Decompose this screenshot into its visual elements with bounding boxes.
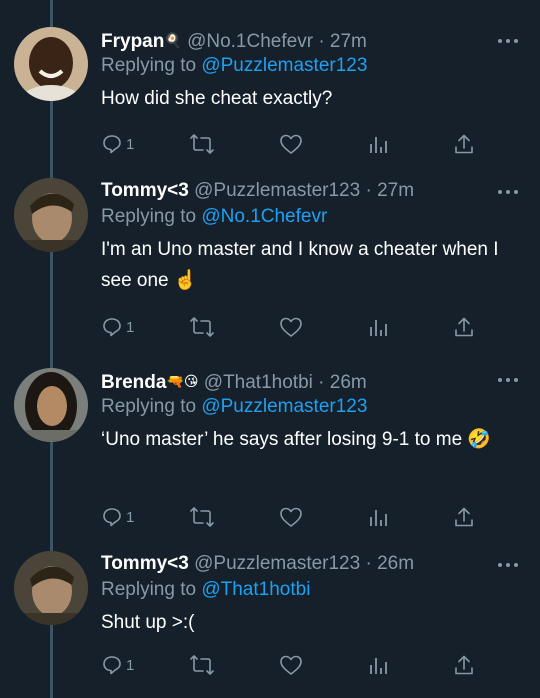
retweet-button[interactable] xyxy=(189,504,215,530)
timestamp[interactable]: 27m xyxy=(330,31,367,52)
tweet-text: I'm an Uno master and I know a cheater w… xyxy=(101,239,499,291)
more-icon[interactable] xyxy=(498,190,518,196)
avatar[interactable] xyxy=(14,551,88,625)
tweet-content: Brenda🔫😘 @That1hotbi · 26m Replying to @… xyxy=(101,368,521,455)
replying-to-label: Replying to xyxy=(101,579,197,600)
like-icon xyxy=(280,317,302,337)
share-button[interactable] xyxy=(453,131,475,157)
reply-icon xyxy=(103,508,121,527)
reply-button[interactable]: 1 xyxy=(101,314,134,340)
replying-to-label: Replying to xyxy=(101,55,197,76)
retweet-button[interactable] xyxy=(189,314,215,340)
separator-dot: · xyxy=(318,372,325,393)
mention-link[interactable]: @That1hotbi xyxy=(201,579,310,600)
reply-button[interactable]: 1 xyxy=(101,652,134,678)
replying-to: Replying to @Puzzlemaster123 xyxy=(101,394,521,420)
name-emoji: 🔫😘 xyxy=(166,373,199,389)
user-handle[interactable]: @Puzzlemaster123 xyxy=(194,553,360,574)
reply-count: 1 xyxy=(126,508,135,526)
avatar[interactable] xyxy=(14,368,88,442)
replying-to: Replying to @Puzzlemaster123 xyxy=(101,53,521,79)
analytics-button[interactable] xyxy=(367,314,389,340)
analytics-button[interactable] xyxy=(367,652,389,678)
mention-link[interactable]: @Puzzlemaster123 xyxy=(201,396,367,417)
replying-to-label: Replying to xyxy=(101,206,197,227)
timestamp[interactable]: 26m xyxy=(377,553,414,574)
like-button[interactable] xyxy=(279,504,303,530)
like-icon xyxy=(280,134,302,154)
share-button[interactable] xyxy=(453,504,475,530)
mention-link[interactable]: @Puzzlemaster123 xyxy=(201,55,367,76)
retweet-icon xyxy=(190,317,214,337)
share-icon xyxy=(455,317,473,337)
tweet-actions: 1 xyxy=(101,652,501,678)
reply-icon xyxy=(103,318,121,337)
like-button[interactable] xyxy=(279,314,303,340)
tweet-content: Tommy<3 @Puzzlemaster123 · 27m Replying … xyxy=(101,178,521,296)
reply-button[interactable]: 1 xyxy=(101,131,134,157)
name-emoji: 🍳 xyxy=(164,32,182,48)
analytics-button[interactable] xyxy=(367,504,389,530)
more-icon[interactable] xyxy=(498,563,518,569)
display-name[interactable]: Tommy<3 xyxy=(101,180,189,201)
reply-icon xyxy=(103,656,121,675)
tweet-header: Brenda🔫😘 @That1hotbi · 26m xyxy=(101,368,521,394)
user-handle[interactable]: @That1hotbi xyxy=(204,372,313,393)
tweet-header: Tommy<3 @Puzzlemaster123 · 26m xyxy=(101,551,521,577)
retweet-icon xyxy=(190,134,214,154)
user-handle[interactable]: @No.1Chefevr xyxy=(187,31,313,52)
retweet-button[interactable] xyxy=(189,131,215,157)
share-icon xyxy=(455,655,473,675)
avatar[interactable] xyxy=(14,27,88,101)
more-icon[interactable] xyxy=(498,378,518,384)
share-button[interactable] xyxy=(453,314,475,340)
replying-to: Replying to @No.1Chefevr xyxy=(101,204,521,230)
like-icon xyxy=(280,655,302,675)
mention-link[interactable]: @No.1Chefevr xyxy=(201,206,327,227)
tweet-header: Tommy<3 @Puzzlemaster123 · 27m xyxy=(101,178,521,204)
tweet-text: How did she cheat exactly? xyxy=(101,88,333,109)
reply-count: 1 xyxy=(126,318,135,336)
replying-to-label: Replying to xyxy=(101,396,197,417)
tweet-text: ‘Uno master’ he says after losing 9-1 to… xyxy=(101,429,492,450)
tweet-actions: 1 xyxy=(101,314,501,340)
analytics-icon xyxy=(370,137,387,153)
user-handle[interactable]: @Puzzlemaster123 xyxy=(194,180,360,201)
like-icon xyxy=(280,507,302,527)
tweet-actions: 1 xyxy=(101,504,501,530)
tweet-text: Shut up >:( xyxy=(101,612,195,633)
analytics-icon xyxy=(370,510,387,526)
share-icon xyxy=(455,134,473,154)
more-icon[interactable] xyxy=(498,39,518,45)
display-name[interactable]: Tommy<3 xyxy=(101,553,189,574)
timestamp[interactable]: 26m xyxy=(330,372,367,393)
tweet-header: Frypan🍳 @No.1Chefevr · 27m xyxy=(101,27,521,53)
retweet-icon xyxy=(190,655,214,675)
share-button[interactable] xyxy=(453,652,475,678)
replying-to: Replying to @That1hotbi xyxy=(101,577,521,603)
analytics-icon xyxy=(370,658,387,674)
timestamp[interactable]: 27m xyxy=(377,180,414,201)
reply-icon xyxy=(103,135,121,154)
tweet-actions: 1 xyxy=(101,131,501,157)
reply-count: 1 xyxy=(126,656,135,674)
tweet-content: Frypan🍳 @No.1Chefevr · 27m Replying to @… xyxy=(101,27,521,114)
retweet-icon xyxy=(190,507,214,527)
avatar[interactable] xyxy=(14,178,88,252)
reply-count: 1 xyxy=(126,135,135,153)
analytics-button[interactable] xyxy=(367,131,389,157)
separator-dot: · xyxy=(365,180,372,201)
analytics-icon xyxy=(370,320,387,336)
display-name[interactable]: Brenda xyxy=(101,372,166,393)
like-button[interactable] xyxy=(279,652,303,678)
separator-dot: · xyxy=(365,553,372,574)
like-button[interactable] xyxy=(279,131,303,157)
display-name[interactable]: Frypan xyxy=(101,31,164,52)
share-icon xyxy=(455,507,473,527)
tweet-content: Tommy<3 @Puzzlemaster123 · 26m Replying … xyxy=(101,551,521,638)
separator-dot: · xyxy=(318,31,325,52)
reply-button[interactable]: 1 xyxy=(101,504,134,530)
retweet-button[interactable] xyxy=(189,652,215,678)
